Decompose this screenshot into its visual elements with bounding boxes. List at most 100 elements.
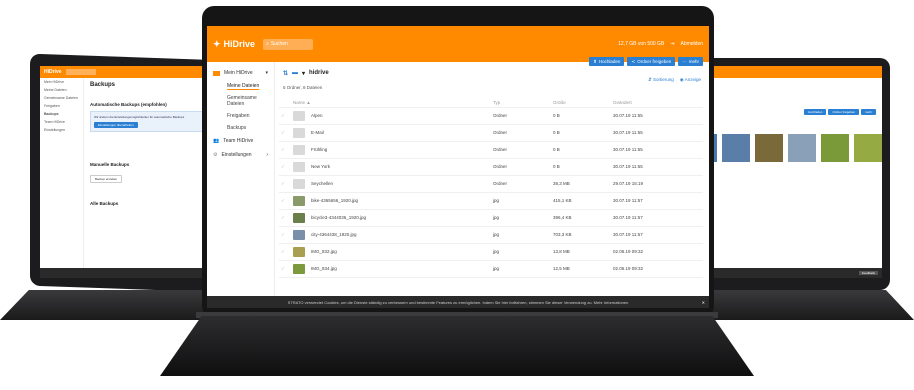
file-modified: 29.07.19 15:19 xyxy=(611,175,703,193)
table-row[interactable]: ✓ Frühling Ordner 0 B 30.07.19 11:55 xyxy=(279,141,703,159)
sidebar-item-mein-hidrive[interactable]: Mein HiDrive ▾ xyxy=(207,66,274,80)
file-name-cell[interactable]: E-Mail xyxy=(291,124,491,142)
sidebar-item-freigaben[interactable]: Freigaben xyxy=(207,110,274,122)
file-name-cell[interactable]: city-4364438_1920.jpg xyxy=(291,226,491,244)
file-rows: ✓ Alpen Ordner 0 B 30.07.19 11:55 ✓ E-Mail Ordn… xyxy=(279,107,703,278)
file-name-cell[interactable]: IMG_834.jpg xyxy=(291,260,491,278)
right-upload-button[interactable]: Hochladen xyxy=(804,109,827,115)
file-name-cell[interactable]: New York xyxy=(291,158,491,176)
more-button[interactable]: ⋯ mehr xyxy=(678,57,703,66)
file-type: jpg xyxy=(491,243,551,261)
photo-thumbnail[interactable] xyxy=(854,134,882,162)
right-share-button[interactable]: Ordner freigeben xyxy=(828,109,860,115)
right-feedback-button[interactable]: Feedback xyxy=(858,271,878,275)
photo-thumbnail[interactable] xyxy=(722,134,750,162)
left-nav-item[interactable]: Freigaben xyxy=(40,102,83,110)
column-name-label: Name xyxy=(293,99,306,105)
breadcrumb-current[interactable]: hidrive xyxy=(309,70,329,76)
row-checkbox[interactable]: ✓ xyxy=(279,192,291,210)
search-input[interactable]: ⌕ Suchen xyxy=(263,38,314,50)
logout-icon: ⇥ xyxy=(670,41,675,47)
logout-link[interactable]: Abmelden xyxy=(680,41,703,47)
app-logo[interactable]: ✦ HiDrive xyxy=(213,39,255,50)
sidebar-item-gemeinsame-dateien[interactable]: Gemeinsame Dateien xyxy=(207,92,274,110)
row-checkbox[interactable]: ✓ xyxy=(279,175,291,193)
table-row[interactable]: ✓ IMG_832.jpg jpg 13,8 MB 02.06.19 09:32 xyxy=(279,243,703,261)
row-checkbox[interactable]: ✓ xyxy=(279,124,291,142)
sidebar-item-backups[interactable]: Backups xyxy=(207,122,274,134)
file-type: jpg xyxy=(491,226,551,244)
row-checkbox[interactable]: ✓ xyxy=(279,226,291,244)
right-actions: Hochladen Ordner freigeben mehr xyxy=(804,106,876,115)
hidrive-logo-icon: ✦ xyxy=(213,38,221,49)
left-backup-button[interactable]: Backup erstellen xyxy=(90,175,123,183)
folder-summary: 5 Ordner, 8 Dateien xyxy=(283,85,323,90)
more-icon: ⋯ xyxy=(682,58,687,64)
left-info-button[interactable]: Einstellungen überarbeiten xyxy=(94,122,138,128)
sidebar-item-meine-dateien[interactable]: Meine Dateien xyxy=(207,80,274,92)
left-nav-item[interactable]: Team HiDrive xyxy=(40,118,83,126)
folder-icon xyxy=(293,110,305,121)
close-icon[interactable]: ✕ xyxy=(702,300,705,305)
sidebar-item-team[interactable]: 👥 Team HiDrive xyxy=(207,134,274,148)
row-checkbox[interactable]: ✓ xyxy=(279,209,291,227)
search-icon: ⌕ xyxy=(266,41,269,47)
left-search-input[interactable] xyxy=(65,69,96,75)
file-size: 703,3 KB xyxy=(551,226,611,244)
table-row[interactable]: ✓ bike-4365656_1920.jpg jpg 415,1 KB 30.07.1… xyxy=(279,192,703,210)
row-checkbox[interactable]: ✓ xyxy=(279,141,291,159)
column-type[interactable]: Typ xyxy=(491,98,551,108)
file-name-cell[interactable]: IMG_832.jpg xyxy=(291,243,491,261)
share-folder-button[interactable]: ≺ Ordner freigeben xyxy=(627,57,676,66)
photo-thumbnail[interactable] xyxy=(755,134,783,162)
sidebar-item-einstellungen[interactable]: ⚙ Einstellungen › xyxy=(207,148,274,162)
column-name[interactable]: Name ▲ xyxy=(291,98,491,108)
file-type: Ordner xyxy=(491,158,551,176)
file-name-cell[interactable]: Frühling xyxy=(291,141,491,159)
file-name-cell[interactable]: Seychellen xyxy=(291,175,491,193)
upload-button[interactable]: ⬆ Hochladen xyxy=(589,57,625,66)
left-nav-item[interactable]: Backups xyxy=(40,110,83,118)
file-modified: 30.07.19 11:55 xyxy=(611,141,703,159)
column-modified[interactable]: Geändert xyxy=(611,98,703,108)
table-row[interactable]: ✓ city-4364438_1920.jpg jpg 703,3 KB 30.07.1… xyxy=(279,226,703,244)
table-row[interactable]: ✓ E-Mail Ordner 0 B 30.07.19 11:55 xyxy=(279,124,703,142)
folder-icon xyxy=(213,70,220,76)
image-thumbnail xyxy=(293,229,305,240)
file-name-cell[interactable]: bike-4365656_1920.jpg xyxy=(291,192,491,210)
storage-usage[interactable]: 12,7 GB von 500 GB xyxy=(618,41,664,47)
table-row[interactable]: ✓ Seychellen Ordner 38,3 MB 29.07.19 15:19 xyxy=(279,175,703,193)
sort-label: Sortierung xyxy=(653,77,674,82)
left-nav-item[interactable]: Einstellungen xyxy=(40,126,83,134)
photo-thumbnail[interactable] xyxy=(788,134,816,162)
row-checkbox[interactable]: ✓ xyxy=(279,107,291,125)
sort-control[interactable]: ⇵ Sortierung xyxy=(648,77,674,83)
file-type: jpg xyxy=(491,192,551,210)
folder-icon xyxy=(293,127,305,138)
table-row[interactable]: ✓ IMG_834.jpg jpg 12,5 MB 02.06.19 09:32 xyxy=(279,260,703,278)
file-size: 396,4 KB xyxy=(551,209,611,227)
sort-arrows-icon[interactable]: ⇅ xyxy=(283,70,288,77)
column-size[interactable]: Größe xyxy=(551,98,611,108)
upload-icon: ⬆ xyxy=(593,58,597,64)
right-more-button[interactable]: mehr xyxy=(861,109,876,115)
table-row[interactable]: ✓ bicycle3-4344036_1920.jpg jpg 396,4 KB 30.… xyxy=(279,209,703,227)
display-control[interactable]: ◉ Anzeige xyxy=(680,77,701,83)
table-row[interactable]: ✓ Alpen Ordner 0 B 30.07.19 11:55 xyxy=(279,107,703,125)
file-name-cell[interactable]: Alpen xyxy=(291,107,491,125)
file-modified: 02.06.19 09:32 xyxy=(611,260,703,278)
left-nav-item[interactable]: Meine Dateien xyxy=(40,86,83,94)
file-name-cell[interactable]: bicycle3-4344036_1920.jpg xyxy=(291,209,491,227)
file-modified: 02.06.19 09:32 xyxy=(611,243,703,261)
file-size: 0 B xyxy=(551,124,611,142)
row-checkbox[interactable]: ✓ xyxy=(279,260,291,278)
row-checkbox[interactable]: ✓ xyxy=(279,243,291,261)
photo-thumbnail[interactable] xyxy=(821,134,849,162)
table-row[interactable]: ✓ New York Ordner 0 B 30.07.19 11:55 xyxy=(279,158,703,176)
file-modified: 30.07.19 11:55 xyxy=(611,107,703,125)
left-nav-item[interactable]: Mein HiDrive xyxy=(40,78,83,86)
left-nav-item[interactable]: Gemeinsame Dateien xyxy=(40,94,83,102)
file-size: 0 B xyxy=(551,107,611,125)
row-checkbox[interactable]: ✓ xyxy=(279,158,291,176)
chevron-down-icon[interactable]: ▾ xyxy=(302,70,305,77)
